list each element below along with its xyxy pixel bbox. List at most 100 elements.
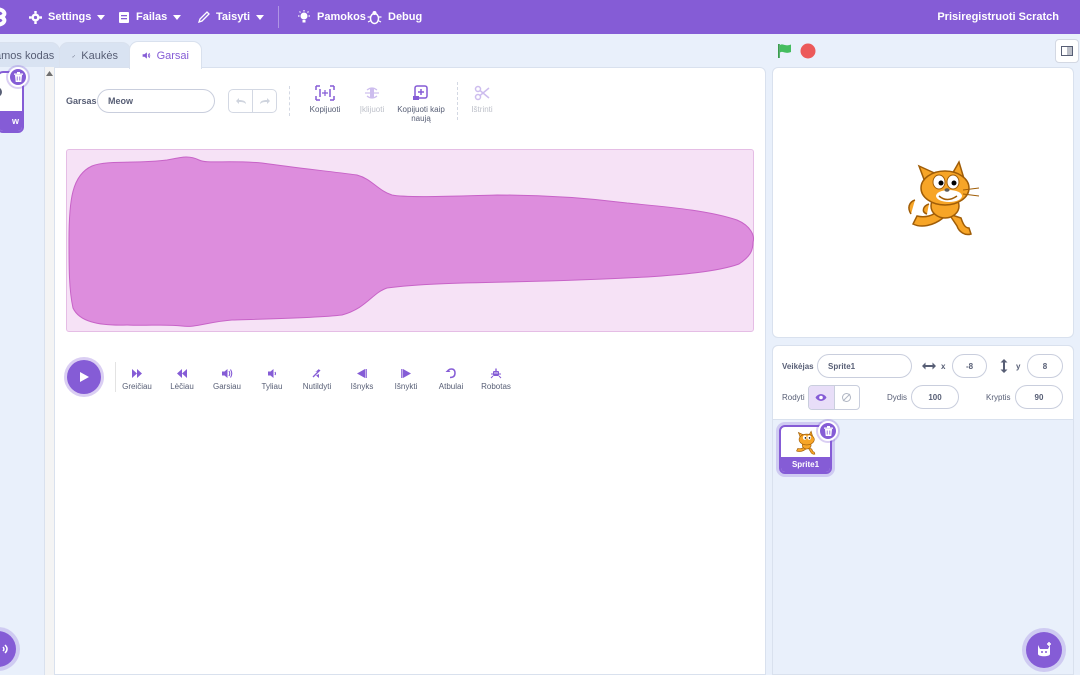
redo-button[interactable] xyxy=(253,90,276,112)
louder-icon xyxy=(222,369,233,378)
pencil-icon xyxy=(198,11,210,23)
play-icon xyxy=(80,372,89,382)
toolbar-divider xyxy=(289,86,290,116)
debug-button[interactable]: Debug xyxy=(367,0,422,34)
settings-menu[interactable]: Settings xyxy=(29,0,106,34)
tab-costumes-label: Kaukės xyxy=(81,50,118,62)
copy-to-new-button[interactable]: Kopijuoti kaip naują xyxy=(396,84,446,123)
chevron-down-icon xyxy=(256,14,265,20)
x-input[interactable]: -8 xyxy=(952,354,987,378)
add-sprite-button[interactable] xyxy=(1026,632,1062,668)
fade-in-icon xyxy=(357,369,367,378)
effect-label: Nutildyti xyxy=(302,382,332,391)
sound-list-scrollbar[interactable] xyxy=(45,67,54,675)
sound-name-input[interactable]: Meow xyxy=(97,89,215,113)
effect-label: Greičiau xyxy=(122,382,152,391)
register-label: Prisiregistruoti Scratch xyxy=(937,11,1059,23)
effect-robot-button[interactable]: Robotas xyxy=(472,368,520,391)
slower-icon xyxy=(177,369,187,378)
speaker-icon xyxy=(142,52,151,59)
cat-sprite[interactable] xyxy=(907,158,985,240)
y-input[interactable]: 8 xyxy=(1027,354,1063,378)
scratch-logo[interactable] xyxy=(0,7,9,27)
green-flag-icon[interactable] xyxy=(777,43,793,59)
visibility-toggle xyxy=(808,385,860,410)
x-arrow-icon xyxy=(922,362,936,370)
chevron-down-icon xyxy=(97,14,106,20)
effect-slower-button[interactable]: Lėčiau xyxy=(158,368,206,391)
effect-fade-out-button[interactable]: Išnykti xyxy=(382,368,430,391)
copy-button[interactable]: Kopijuoti xyxy=(300,84,350,114)
effect-label: Garsiau xyxy=(212,382,241,391)
delete-sound-button[interactable] xyxy=(8,67,28,87)
scissors-icon xyxy=(474,85,490,101)
brush-icon xyxy=(72,54,76,58)
hide-button[interactable] xyxy=(835,386,860,409)
effect-softer-button[interactable]: Tyliau xyxy=(248,368,296,391)
y-label: y xyxy=(1016,362,1021,371)
undo-redo-group xyxy=(228,89,277,113)
edit-label: Taisyti xyxy=(216,11,251,23)
copy-new-icon xyxy=(413,85,428,100)
register-link[interactable]: Prisiregistruoti Scratch xyxy=(937,0,1059,34)
tab-code[interactable]: amos kodas xyxy=(0,42,60,69)
effect-label: Atbulai xyxy=(438,382,464,391)
edit-menu[interactable]: Taisyti xyxy=(198,0,265,34)
reverse-icon xyxy=(445,368,456,379)
tab-sounds-label: Garsai xyxy=(156,49,189,62)
undo-button[interactable] xyxy=(229,90,253,112)
effect-louder-button[interactable]: Garsiau xyxy=(203,368,251,391)
stage-header xyxy=(770,34,1080,66)
sound-name-label: Garsas xyxy=(66,96,97,106)
play-sound-button[interactable] xyxy=(67,360,101,394)
file-icon xyxy=(119,11,129,23)
paste-icon xyxy=(365,87,379,99)
cat-thumbnail-icon xyxy=(796,430,816,455)
copy-label: Kopijuoti xyxy=(309,105,341,114)
delete-sprite-button[interactable] xyxy=(818,421,838,441)
direction-input[interactable]: 90 xyxy=(1015,385,1063,409)
effect-label: Išnykti xyxy=(394,382,418,391)
cat-plus-icon xyxy=(1038,642,1051,657)
stop-icon[interactable] xyxy=(800,43,816,59)
effect-faster-button[interactable]: Greičiau xyxy=(113,368,161,391)
tab-costumes[interactable]: Kaukės xyxy=(59,42,131,69)
tutorials-label: Pamokos xyxy=(317,11,366,23)
scroll-up-icon xyxy=(46,71,53,76)
menu-divider xyxy=(278,6,279,28)
waveform-container[interactable] xyxy=(66,149,754,332)
sound-list: w xyxy=(0,67,45,675)
chevron-down-icon xyxy=(173,14,182,20)
small-stage-icon xyxy=(1061,46,1073,56)
eye-slash-icon xyxy=(842,393,852,402)
sprite-label: Veikėjas xyxy=(782,362,814,371)
size-input[interactable]: 100 xyxy=(911,385,959,409)
undo-icon xyxy=(235,98,246,104)
tutorials-button[interactable]: Pamokos xyxy=(297,0,366,34)
sound-item-label: w xyxy=(0,111,22,131)
size-label: Dydis xyxy=(887,393,908,402)
effect-label: Lėčiau xyxy=(170,382,194,391)
mute-icon xyxy=(312,369,321,378)
effect-label: Robotas xyxy=(481,382,511,391)
sprite-name-input[interactable]: Sprite1 xyxy=(817,354,912,378)
trash-icon xyxy=(823,426,833,436)
tab-sounds[interactable]: Garsai xyxy=(129,41,202,69)
paste-button[interactable]: Įklijuoti xyxy=(347,84,397,114)
show-button[interactable] xyxy=(809,386,835,409)
effect-mute-button[interactable]: Nutildyti xyxy=(293,368,341,391)
delete-button[interactable]: Ištrinti xyxy=(457,84,507,114)
trash-icon xyxy=(13,72,23,82)
stage-canvas[interactable] xyxy=(772,67,1074,338)
file-menu[interactable]: Failas xyxy=(118,0,182,34)
redo-icon xyxy=(259,98,270,104)
robot-icon xyxy=(490,368,502,379)
settings-label: Settings xyxy=(48,11,92,23)
speaker-plus-icon xyxy=(2,644,8,654)
stage-size-toggle[interactable] xyxy=(1055,39,1079,63)
effect-fade-in-button[interactable]: Išnyks xyxy=(338,368,386,391)
lightbulb-icon xyxy=(298,10,310,23)
waveform xyxy=(68,156,754,327)
copy-icon xyxy=(315,85,335,101)
effect-reverse-button[interactable]: Atbulai xyxy=(427,368,475,391)
